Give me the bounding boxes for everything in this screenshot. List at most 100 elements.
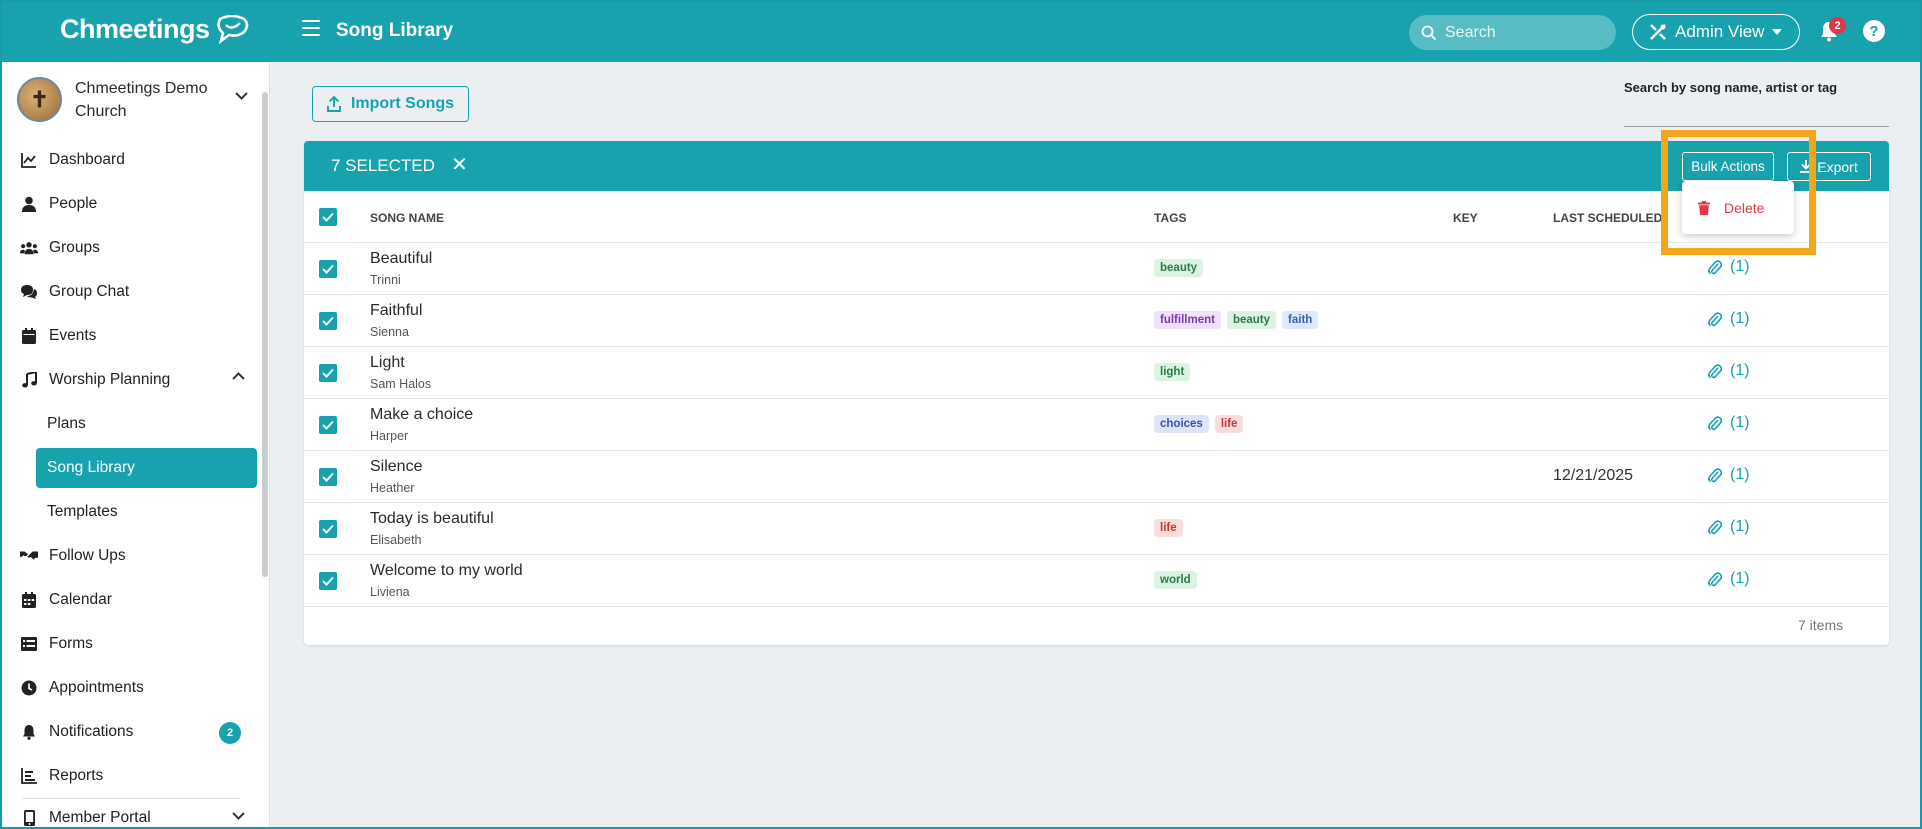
sidebar-item-calendar[interactable]: Calendar — [0, 578, 262, 622]
global-search-input[interactable] — [1445, 23, 1595, 42]
clear-selection-close-icon[interactable]: ✕ — [451, 155, 468, 175]
church-selector[interactable]: ✝ Chmeetings Demo Church — [17, 72, 267, 127]
sidebar-item-reports[interactable]: Reports — [0, 754, 262, 798]
attachments-count[interactable]: (1) — [1730, 466, 1750, 484]
row-checkbox[interactable] — [319, 572, 337, 590]
tag-chip: light — [1154, 363, 1191, 381]
row-checkbox[interactable] — [319, 364, 337, 382]
sidebar-item-groups[interactable]: Groups — [0, 226, 262, 270]
table-row[interactable]: Welcome to my world Liviena world (1) — [304, 555, 1889, 607]
table-row[interactable]: Silence Heather 12/21/2025 (1) — [304, 451, 1889, 503]
import-songs-button[interactable]: Import Songs — [312, 86, 469, 122]
sidebar-item-dashboard[interactable]: Dashboard — [0, 138, 262, 182]
song-title[interactable]: Light — [370, 354, 405, 372]
attachments-link[interactable]: (1) — [1708, 258, 1750, 276]
select-all-checkbox[interactable] — [319, 208, 337, 226]
tag-chip: beauty — [1226, 311, 1277, 329]
tag-chip: choices — [1154, 415, 1209, 433]
attachments-count[interactable]: (1) — [1730, 570, 1750, 588]
attachments-link[interactable]: (1) — [1708, 518, 1750, 536]
help-icon[interactable]: ? — [1863, 20, 1885, 42]
top-bar: Chmeetings Song Library Admin View 2 ? — [0, 0, 1922, 62]
sidebar-item-label: Worship Planning — [49, 371, 171, 388]
song-title[interactable]: Beautiful — [370, 250, 432, 268]
attachments-link[interactable]: (1) — [1708, 310, 1750, 328]
search-icon — [1421, 25, 1437, 40]
attachments-count[interactable]: (1) — [1730, 258, 1750, 276]
song-title[interactable]: Faithful — [370, 302, 422, 320]
sidebar-item-label: Calendar — [49, 591, 112, 608]
sidebar-item-label: Song Library — [47, 459, 135, 476]
sidebar-item-label: Templates — [47, 503, 118, 520]
sidebar-item-song-library[interactable]: Song Library — [36, 448, 257, 488]
church-avatar: ✝ — [17, 77, 62, 122]
export-button[interactable]: Export — [1787, 152, 1871, 181]
song-title[interactable]: Silence — [370, 458, 422, 476]
row-checkbox[interactable] — [319, 260, 337, 278]
song-title[interactable]: Make a choice — [370, 406, 473, 424]
row-checkbox[interactable] — [319, 520, 337, 538]
menu-toggle-icon[interactable] — [302, 20, 320, 36]
sidebar-item-notifications[interactable]: Notifications 2 — [0, 710, 262, 754]
attachments-count[interactable]: (1) — [1730, 362, 1750, 380]
sidebar-item-forms[interactable]: Forms — [0, 622, 262, 666]
tag-chip: beauty — [1154, 259, 1204, 277]
column-header-last-scheduled[interactable]: LAST SCHEDULED — [1553, 211, 1662, 225]
sidebar-item-label: Groups — [49, 239, 100, 256]
sidebar-item-templates[interactable]: Templates — [0, 490, 262, 534]
sidebar-item-people[interactable]: People — [0, 182, 262, 226]
attachments-count[interactable]: (1) — [1730, 518, 1750, 536]
attachments-link[interactable]: (1) — [1708, 362, 1750, 380]
upload-icon — [326, 96, 341, 112]
sidebar-item-label: Member Portal — [49, 809, 151, 826]
sidebar-item-label: Group Chat — [49, 283, 130, 300]
chevron-down-icon — [232, 812, 245, 820]
song-artist: Elisabeth — [370, 533, 422, 547]
bulk-actions-menu[interactable]: Delete — [1682, 181, 1794, 234]
row-checkbox[interactable] — [319, 468, 337, 486]
table-row[interactable]: Faithful Sienna fulfillment beauty faith (1) — [304, 295, 1889, 347]
sidebar-item-worship-planning[interactable]: Worship Planning — [0, 358, 262, 402]
sidebar-item-events[interactable]: Events — [0, 314, 262, 358]
song-artist: Liviena — [370, 585, 410, 599]
table-row[interactable]: Today is beautiful Elisabeth life (1) — [304, 503, 1889, 555]
table-row[interactable]: Beautiful Trinni beauty (1) — [304, 243, 1889, 295]
column-header-key[interactable]: KEY — [1453, 211, 1478, 225]
sidebar-item-group-chat[interactable]: Group Chat — [0, 270, 262, 314]
attachments-link[interactable]: (1) — [1708, 414, 1750, 432]
sidebar-item-follow-ups[interactable]: Follow Ups — [0, 534, 262, 578]
attachments-count[interactable]: (1) — [1730, 414, 1750, 432]
song-title[interactable]: Today is beautiful — [370, 510, 494, 528]
sidebar-item-plans[interactable]: Plans — [0, 402, 262, 446]
column-header-song-name[interactable]: SONG NAME — [370, 211, 444, 225]
mobile-icon — [20, 809, 38, 827]
admin-view-button[interactable]: Admin View — [1632, 14, 1800, 50]
table-row[interactable]: Make a choice Harper choices life (1) — [304, 399, 1889, 451]
tag-list: fulfillment beauty faith — [1154, 311, 1319, 329]
song-search-input[interactable] — [1624, 98, 1889, 124]
attachments-link[interactable]: (1) — [1708, 466, 1750, 484]
song-search-underline — [1624, 126, 1889, 127]
paperclip-icon — [1708, 259, 1722, 274]
sidebar-item-label: Appointments — [49, 679, 144, 696]
calendar-grid-icon — [20, 591, 38, 609]
song-artist: Heather — [370, 481, 415, 495]
song-title[interactable]: Welcome to my world — [370, 562, 523, 580]
attachments-link[interactable]: (1) — [1708, 570, 1750, 588]
sidebar-item-appointments[interactable]: Appointments — [0, 666, 262, 710]
sidebar-item-member-portal[interactable]: Member Portal — [0, 799, 262, 829]
global-search[interactable] — [1409, 15, 1616, 50]
attachments-count[interactable]: (1) — [1730, 310, 1750, 328]
tag-list: world — [1154, 571, 1197, 589]
sidebar-scrollbar[interactable] — [262, 92, 268, 577]
sidebar-item-label: Plans — [47, 415, 86, 432]
row-checkbox[interactable] — [319, 416, 337, 434]
table-row[interactable]: Light Sam Halos light (1) — [304, 347, 1889, 399]
tag-list: light — [1154, 363, 1191, 381]
column-header-tags[interactable]: TAGS — [1154, 211, 1186, 225]
delete-menu-item[interactable]: Delete — [1724, 200, 1764, 216]
row-checkbox[interactable] — [319, 312, 337, 330]
clock-icon — [20, 679, 38, 697]
app-logo[interactable]: Chmeetings — [60, 14, 250, 45]
bulk-actions-button[interactable]: Bulk Actions — [1682, 152, 1774, 181]
